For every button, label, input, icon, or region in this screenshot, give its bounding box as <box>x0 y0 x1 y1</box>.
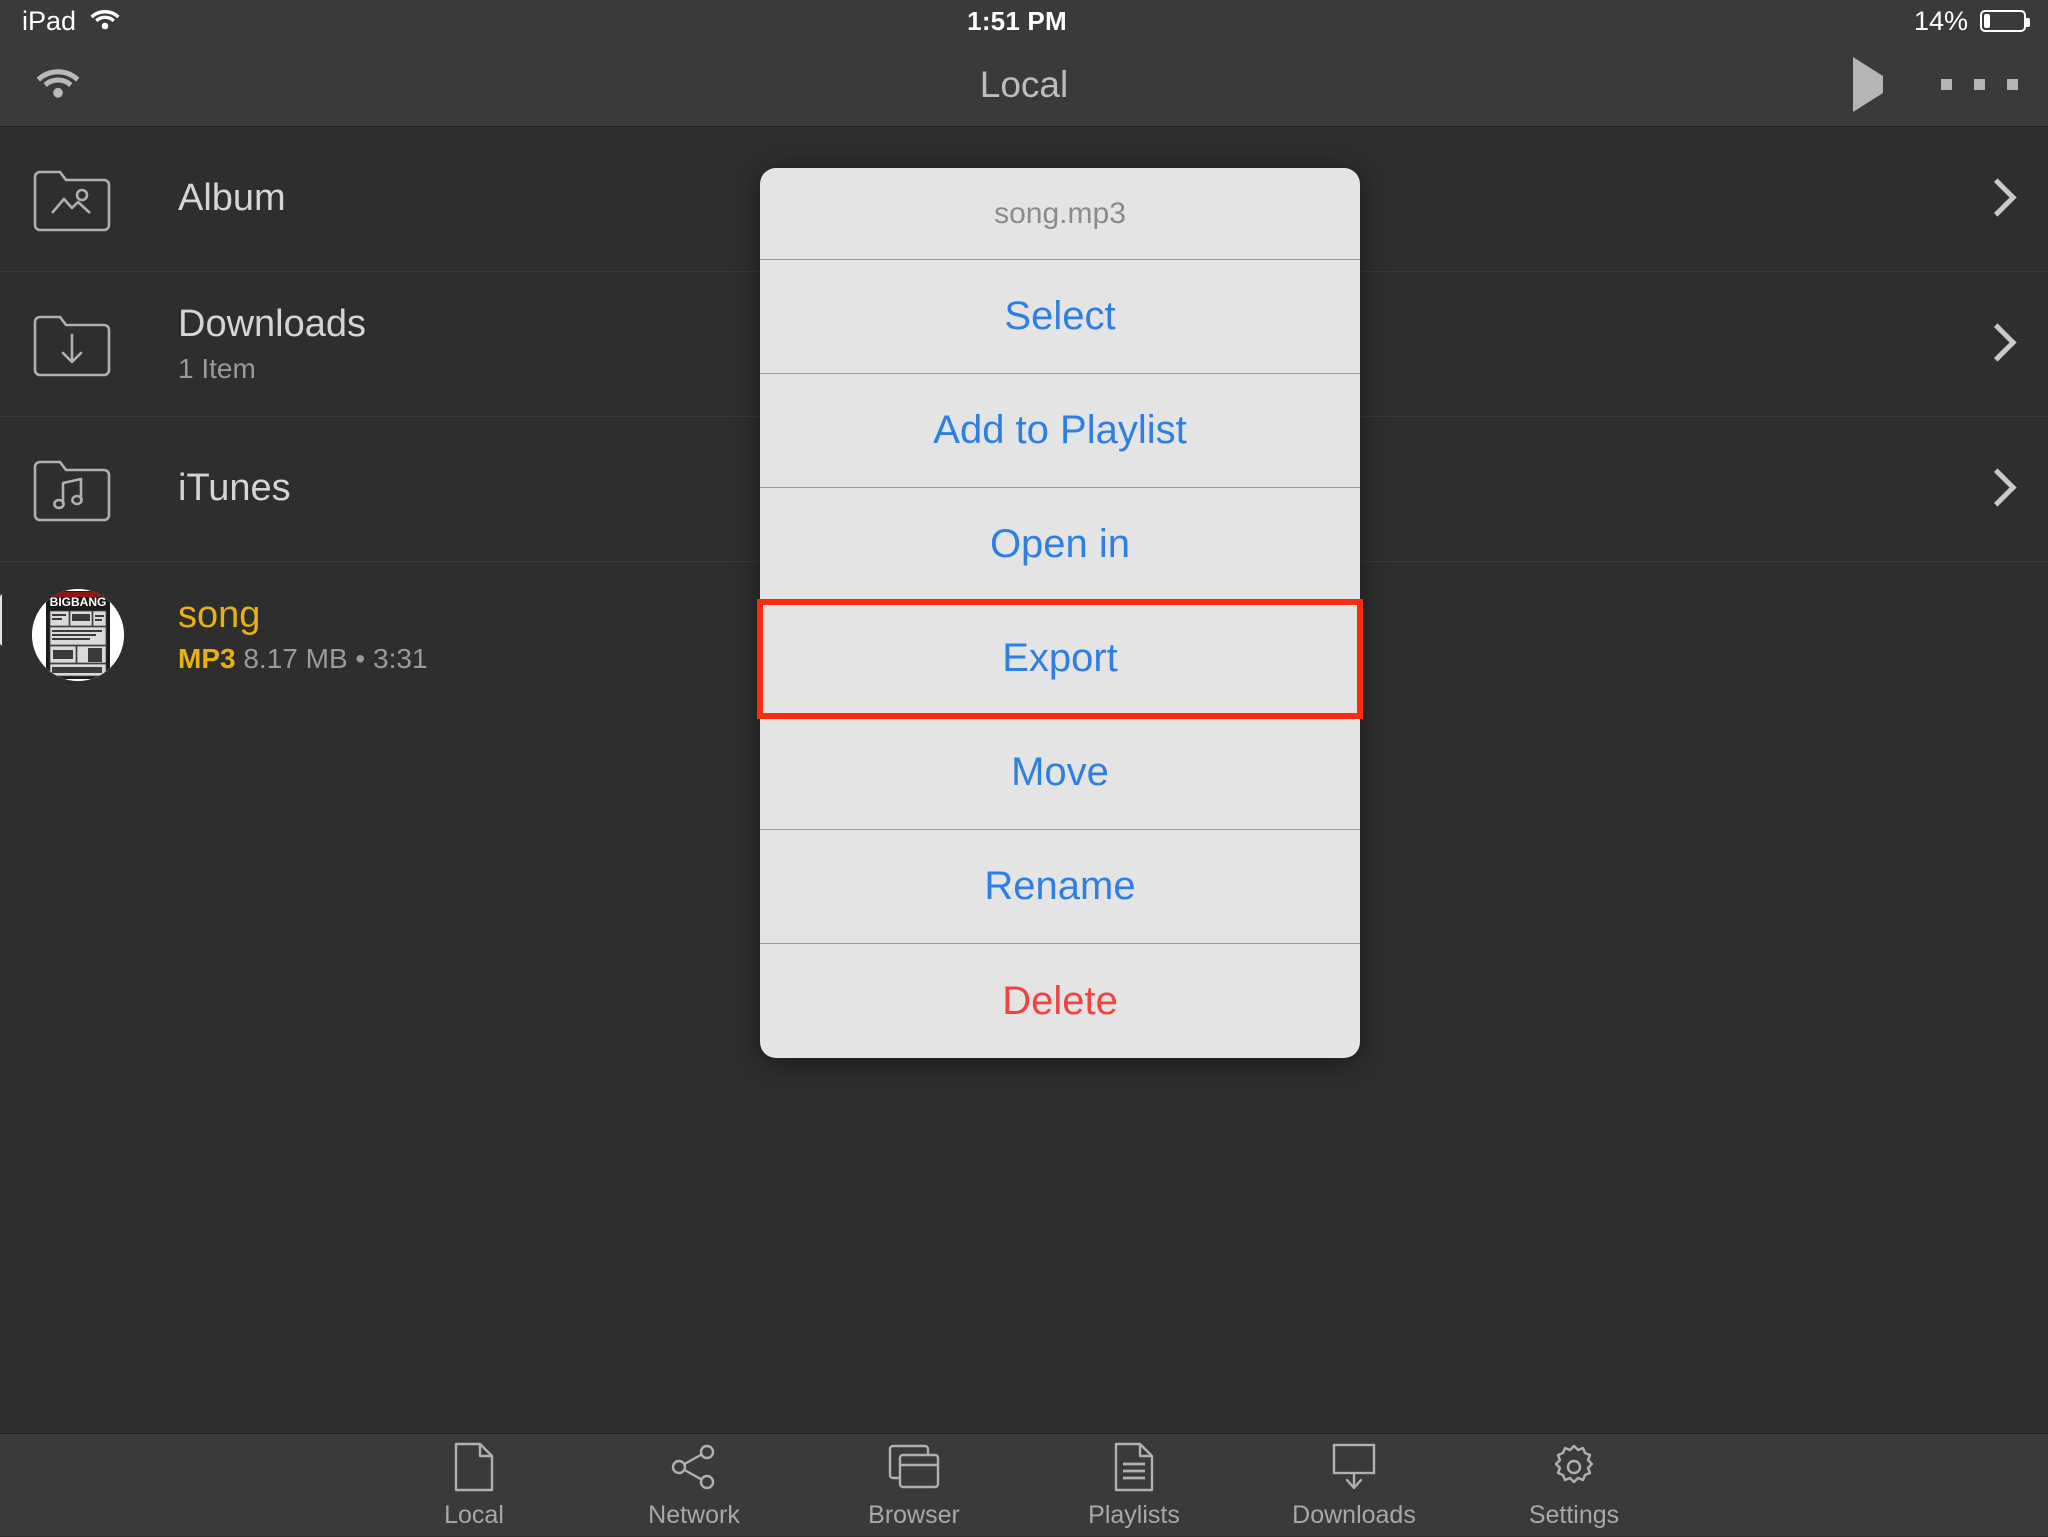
chevron-right-icon[interactable] <box>1982 322 2008 366</box>
song-format: MP3 <box>178 643 236 675</box>
chevron-right-icon[interactable] <box>1982 467 2008 511</box>
menu-item-rename[interactable]: Rename <box>760 830 1360 944</box>
menu-item-open-in[interactable]: Open in <box>760 488 1360 602</box>
menu-item-add-to-playlist[interactable]: Add to Playlist <box>760 374 1360 488</box>
wifi-icon <box>90 6 120 37</box>
song-size: 8.17 MB <box>243 643 348 675</box>
tab-label: Playlists <box>1088 1500 1180 1529</box>
album-artwork-thumbnail: BIGBANG <box>32 588 140 681</box>
popover-tail <box>0 594 2 646</box>
menu-item-export[interactable]: Export <box>757 599 1363 719</box>
popover-header-filename: song.mp3 <box>760 168 1360 260</box>
tab-bar: Local Network Browser Playlists Download… <box>0 1433 2048 1536</box>
song-duration: 3:31 <box>373 643 428 675</box>
battery-percent-label: 14% <box>1913 5 1968 36</box>
navigation-bar-actions <box>1853 42 2018 127</box>
play-icon[interactable] <box>1853 56 1883 112</box>
battery-low-icon <box>1980 10 2030 32</box>
download-tray-icon <box>1330 1441 1378 1493</box>
tab-network[interactable]: Network <box>584 1434 804 1537</box>
tab-local[interactable]: Local <box>364 1434 584 1537</box>
status-bar-left: iPad <box>22 6 120 37</box>
document-icon <box>453 1441 495 1493</box>
page-title: Local <box>979 63 1069 105</box>
folder-downloads-icon <box>32 310 140 378</box>
status-bar-right: 14% <box>1913 5 2030 37</box>
windows-icon <box>888 1441 940 1493</box>
tab-downloads[interactable]: Downloads <box>1244 1434 1464 1537</box>
metadata-separator: • <box>355 643 366 675</box>
tab-label: Settings <box>1528 1500 1620 1529</box>
tab-playlists[interactable]: Playlists <box>1024 1434 1244 1537</box>
tab-label: Network <box>648 1500 740 1529</box>
device-name: iPad <box>22 5 77 36</box>
status-bar: iPad 1:51 PM 14% <box>0 0 2048 42</box>
chevron-right-icon[interactable] <box>1982 177 2008 221</box>
tab-label: Downloads <box>1292 1500 1416 1529</box>
folder-music-icon <box>32 455 140 523</box>
status-bar-clock: 1:51 PM <box>967 5 1067 36</box>
gear-icon <box>1549 1441 1599 1493</box>
menu-item-select[interactable]: Select <box>760 260 1360 374</box>
context-menu-popover: song.mp3 Select Add to Playlist Open in … <box>757 168 1363 1058</box>
menu-item-delete[interactable]: Delete <box>760 944 1360 1058</box>
tab-browser[interactable]: Browser <box>804 1434 1024 1537</box>
share-nodes-icon <box>670 1441 718 1493</box>
svg-text:BIGBANG: BIGBANG <box>50 595 107 609</box>
folder-photos-icon <box>32 165 140 233</box>
navigation-bar: Local <box>0 42 2048 127</box>
tab-label: Local <box>444 1500 504 1529</box>
tab-label: Browser <box>868 1500 960 1529</box>
ellipsis-icon[interactable] <box>1941 79 2018 90</box>
document-lines-icon <box>1113 1441 1155 1493</box>
tab-settings[interactable]: Settings <box>1464 1434 1684 1537</box>
menu-item-move[interactable]: Move <box>760 716 1360 830</box>
